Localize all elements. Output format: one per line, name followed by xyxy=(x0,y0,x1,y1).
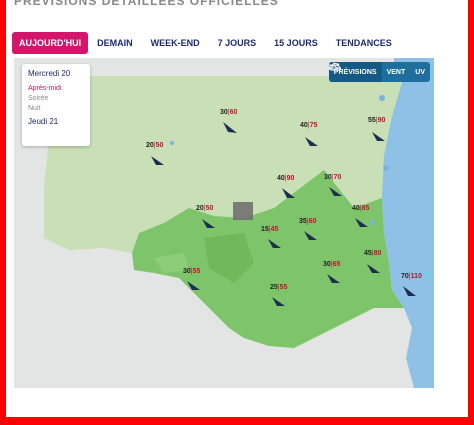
wind-label-w12: 30|65 xyxy=(323,261,341,268)
wind-label-w13: 45|80 xyxy=(364,250,382,257)
wind-speed: 25 xyxy=(270,284,278,291)
wind-map[interactable]: Mercredi 20 Après-midi Soirée Nuit Jeudi… xyxy=(14,58,434,388)
map-mode-switch: PRÉVISIONS VENT UV xyxy=(328,62,430,82)
wind-speed: 70 xyxy=(401,273,409,280)
wind-gust: 75 xyxy=(309,122,318,129)
tab-tomorrow[interactable]: DEMAIN xyxy=(88,32,142,54)
wind-gust: 50 xyxy=(205,205,214,212)
wind-label-w4: 55|90 xyxy=(368,117,386,124)
wind-gust: 55 xyxy=(192,268,201,275)
wind-gust: 110 xyxy=(410,273,422,280)
wind-gust: 70 xyxy=(333,174,342,181)
wind-speed: 40 xyxy=(300,122,308,129)
uv-sun-icon xyxy=(329,62,339,71)
mode-uv-label: UV xyxy=(415,68,425,76)
wind-speed: 30 xyxy=(220,109,228,116)
wind-speed: 20 xyxy=(146,142,154,149)
wind-speed: 30 xyxy=(324,174,332,181)
wind-speed: 30 xyxy=(323,261,331,268)
tab-today[interactable]: AUJOURD'HUI xyxy=(12,32,89,54)
day-selector-panel: Mercredi 20 Après-midi Soirée Nuit Jeudi… xyxy=(22,64,90,146)
mode-uv[interactable]: UV xyxy=(329,62,430,82)
wind-speed: 30 xyxy=(183,268,191,275)
mode-wind-label: VENT xyxy=(386,68,406,76)
wind-gust: 55 xyxy=(279,284,288,291)
wind-label-w9: 40|85 xyxy=(352,205,370,212)
tab-7-days[interactable]: 7 JOURS xyxy=(209,32,266,54)
wind-gust: 90 xyxy=(286,175,295,182)
wind-gust: 85 xyxy=(361,205,370,212)
wind-speed: 15 xyxy=(261,226,269,233)
wind-gust: 60 xyxy=(308,218,317,225)
app-frame: PREVISIONS DETAILLEES OFFICIELLES AUJOUR… xyxy=(6,0,468,417)
wind-label-w6: 30|70 xyxy=(324,174,342,181)
wind-label-w7: 20|50 xyxy=(196,205,214,212)
wind-label-w2: 20|50 xyxy=(146,142,164,149)
wind-gust: 80 xyxy=(373,250,382,257)
wind-speed: 45 xyxy=(364,250,372,257)
wind-label-w15: 70|110 xyxy=(401,273,422,280)
wind-label-w10: 15|45 xyxy=(261,226,279,233)
wind-gust: 45 xyxy=(270,226,279,233)
period-afternoon[interactable]: Après-midi xyxy=(28,85,84,92)
wind-speed: 55 xyxy=(368,117,376,124)
period-evening[interactable]: Soirée xyxy=(28,95,84,102)
wind-speed: 35 xyxy=(299,218,307,225)
day-2-label[interactable]: Jeudi 21 xyxy=(28,117,84,126)
wind-gust: 50 xyxy=(155,142,164,149)
wind-label-w1: 30|60 xyxy=(220,109,238,116)
tab-weekend[interactable]: WEEK-END xyxy=(142,32,209,54)
wind-gust: 65 xyxy=(332,261,341,268)
wind-speed: 40 xyxy=(352,205,360,212)
wind-speed: 20 xyxy=(196,205,204,212)
wind-label-w3: 40|75 xyxy=(300,122,318,129)
period-night[interactable]: Nuit xyxy=(28,105,84,112)
period-tabs: AUJOURD'HUI DEMAIN WEEK-END 7 JOURS 15 J… xyxy=(12,32,401,54)
wind-label-w11: 30|55 xyxy=(183,268,201,275)
tab-15-days[interactable]: 15 JOURS xyxy=(265,32,327,54)
tab-trends[interactable]: TENDANCES xyxy=(327,32,401,54)
page-title: PREVISIONS DETAILLEES OFFICIELLES xyxy=(14,0,279,8)
mode-wind[interactable]: VENT xyxy=(328,62,411,82)
wind-label-w14: 25|55 xyxy=(270,284,288,291)
wind-gust: 60 xyxy=(229,109,238,116)
wind-label-w8: 35|60 xyxy=(299,218,317,225)
wind-speed: 40 xyxy=(277,175,285,182)
day-1-label[interactable]: Mercredi 20 xyxy=(28,69,84,78)
location-marker[interactable] xyxy=(233,202,253,220)
wind-label-w5: 40|90 xyxy=(277,175,295,182)
wind-gust: 90 xyxy=(377,117,386,124)
